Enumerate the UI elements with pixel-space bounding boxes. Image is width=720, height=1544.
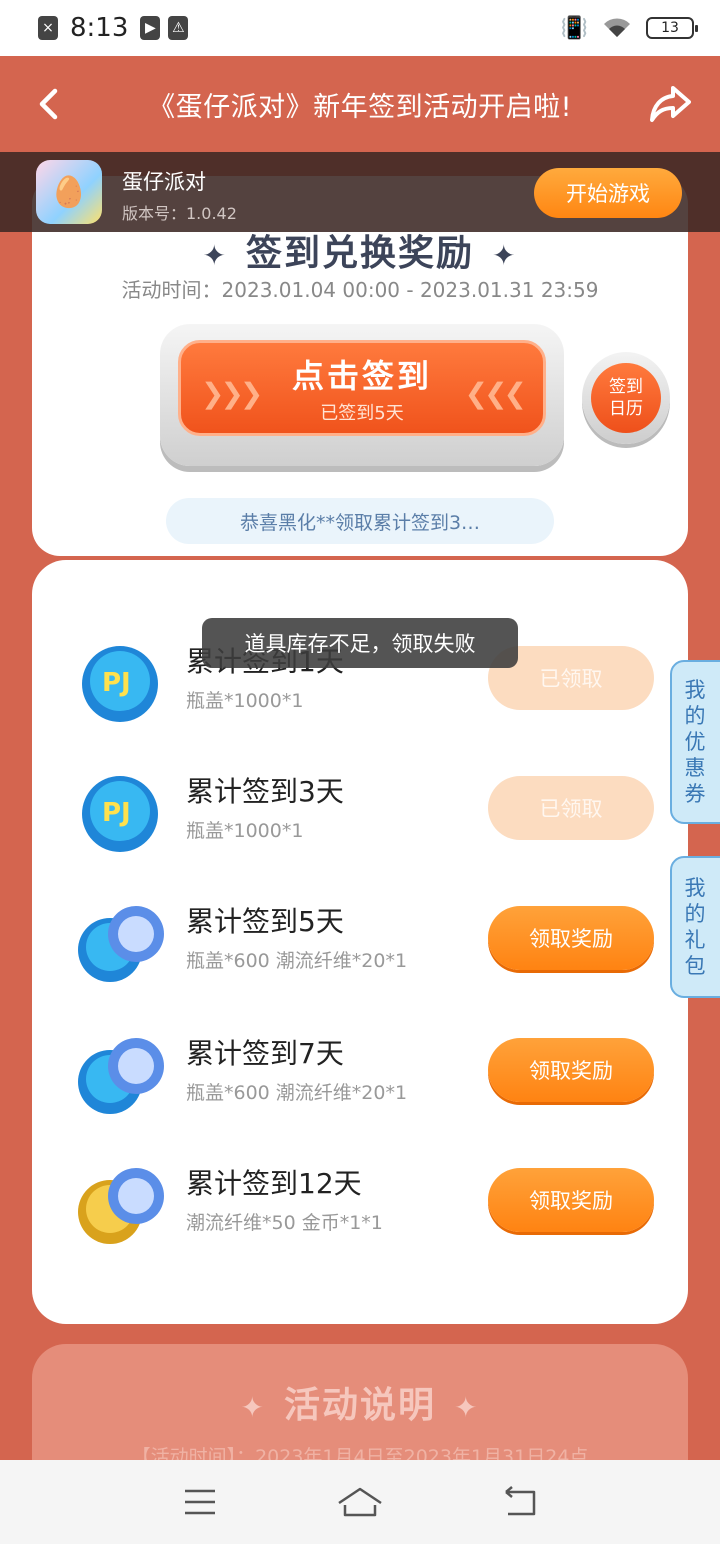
reward-desc: 瓶盖*1000*1	[186, 690, 304, 712]
checkin-days: 已签到5天	[320, 403, 404, 424]
chevrons-left-icon: ❮❮❮	[464, 377, 527, 410]
wifi-icon	[604, 18, 630, 37]
my-coupons-label: 我的优惠券	[684, 678, 706, 806]
reward-row: 累计签到5天 瓶盖*600 潮流纤维*20*1 领取奖励	[32, 874, 688, 1004]
checkin-title-text: 签到兑换奖励	[245, 233, 474, 274]
my-gifts-tab[interactable]: 我的礼包	[670, 856, 720, 998]
return-icon	[505, 1486, 536, 1516]
reward-title: 累计签到7天	[186, 1037, 344, 1070]
battery-icon: 13	[646, 17, 698, 39]
menu-icon	[185, 1489, 215, 1515]
my-gifts-label: 我的礼包	[684, 876, 706, 978]
svg-text:PJ: PJ	[102, 668, 131, 698]
back-button[interactable]	[28, 80, 68, 128]
winner-notice: 恭喜黑化**领取累计签到3…	[166, 498, 554, 544]
start-game-button[interactable]: 开始游戏	[534, 168, 682, 218]
checkin-button[interactable]: ❯❯❯ ❮❮❮ 点击签到 已签到5天	[178, 340, 546, 436]
claim-reward-button[interactable]: 领取奖励	[488, 1038, 654, 1102]
claimed-button[interactable]: 已领取	[488, 776, 654, 840]
rules-title: ✦ 活动说明 ✦	[32, 1376, 688, 1428]
checkin-calendar-label: 签到日历	[591, 363, 661, 433]
chevron-left-icon	[39, 88, 58, 120]
share-icon	[650, 86, 691, 122]
bottle-cap-icon: PJ	[82, 646, 158, 722]
notification-close-icon: ×	[38, 16, 58, 40]
system-nav-bar	[0, 1460, 720, 1544]
bottle-cap-icon: PJ	[82, 776, 158, 852]
battery-level: 13	[661, 20, 679, 36]
reward-desc: 瓶盖*600 潮流纤维*20*1	[186, 1082, 408, 1104]
bottle-cap-fiber-icon	[78, 906, 164, 982]
status-time: 8:13	[70, 13, 129, 43]
checkin-button-label: 点击签到	[291, 357, 432, 395]
page-title: 《蛋仔派对》新年签到活动开启啦!	[148, 91, 572, 123]
sparkle-icon: ✦	[492, 239, 518, 272]
checkin-card: ✦ 签到兑换奖励 ✦ 活动时间：2023.01.04 00:00 - 2023.01…	[32, 176, 688, 556]
event-time: 活动时间：2023.01.04 00:00 - 2023.01.31 23:59	[121, 278, 599, 302]
sparkle-icon: ✦	[240, 1391, 266, 1424]
home-icon	[338, 1487, 382, 1517]
menu-button[interactable]	[170, 1477, 230, 1527]
reward-desc: 瓶盖*600 潮流纤维*20*1	[186, 950, 408, 972]
coin-fiber-icon	[78, 1168, 164, 1244]
rewards-card: PJ 累计签到1天 瓶盖*1000*1 已领取 PJ 累计签到3天 瓶盖*100…	[32, 560, 688, 1324]
title-bar: 《蛋仔派对》新年签到活动开启啦!	[0, 56, 720, 152]
media-play-icon: ▶	[140, 16, 161, 40]
reward-title: 累计签到5天	[186, 905, 344, 938]
rules-title-text: 活动说明	[283, 1385, 436, 1426]
claim-reward-button[interactable]: 领取奖励	[488, 1168, 654, 1232]
data-warning-icon: ⚠	[168, 16, 189, 40]
my-coupons-tab[interactable]: 我的优惠券	[670, 660, 720, 824]
game-name: 蛋仔派对	[122, 170, 206, 194]
vibrate-icon: 📳	[560, 15, 588, 41]
error-toast: 道具库存不足，领取失败	[202, 618, 518, 668]
game-version: 版本号：1.0.42	[122, 204, 237, 223]
chevrons-right-icon: ❯❯❯	[201, 377, 263, 410]
claim-reward-button[interactable]: 领取奖励	[488, 906, 654, 970]
share-button[interactable]	[646, 78, 694, 130]
status-bar: × 8:13 ▶ ⚠ 📳 13	[0, 0, 720, 56]
reward-row: PJ 累计签到3天 瓶盖*1000*1 已领取	[32, 744, 688, 874]
reward-desc: 瓶盖*1000*1	[186, 820, 304, 842]
sparkle-icon: ✦	[454, 1391, 480, 1424]
reward-title: 累计签到12天	[186, 1167, 362, 1200]
reward-row: 累计签到12天 潮流纤维*50 金币*1*1 领取奖励	[32, 1136, 688, 1266]
game-bar: 🥚 蛋仔派对 版本号：1.0.42 开始游戏	[0, 152, 720, 232]
game-app-icon: 🥚	[36, 160, 102, 224]
sparkle-icon: ✦	[202, 239, 228, 272]
svg-text:PJ: PJ	[102, 798, 131, 828]
checkin-calendar-button[interactable]: 签到日历	[582, 352, 670, 444]
bottle-cap-fiber-icon	[78, 1038, 164, 1114]
home-button[interactable]	[330, 1477, 390, 1527]
checkin-button-frame: ❯❯❯ ❮❮❮ 点击签到 已签到5天	[160, 324, 564, 466]
reward-row: 累计签到7天 瓶盖*600 潮流纤维*20*1 领取奖励	[32, 1006, 688, 1136]
reward-title: 累计签到3天	[186, 775, 344, 808]
reward-desc: 潮流纤维*50 金币*1*1	[186, 1212, 383, 1234]
back-nav-button[interactable]	[490, 1477, 550, 1527]
